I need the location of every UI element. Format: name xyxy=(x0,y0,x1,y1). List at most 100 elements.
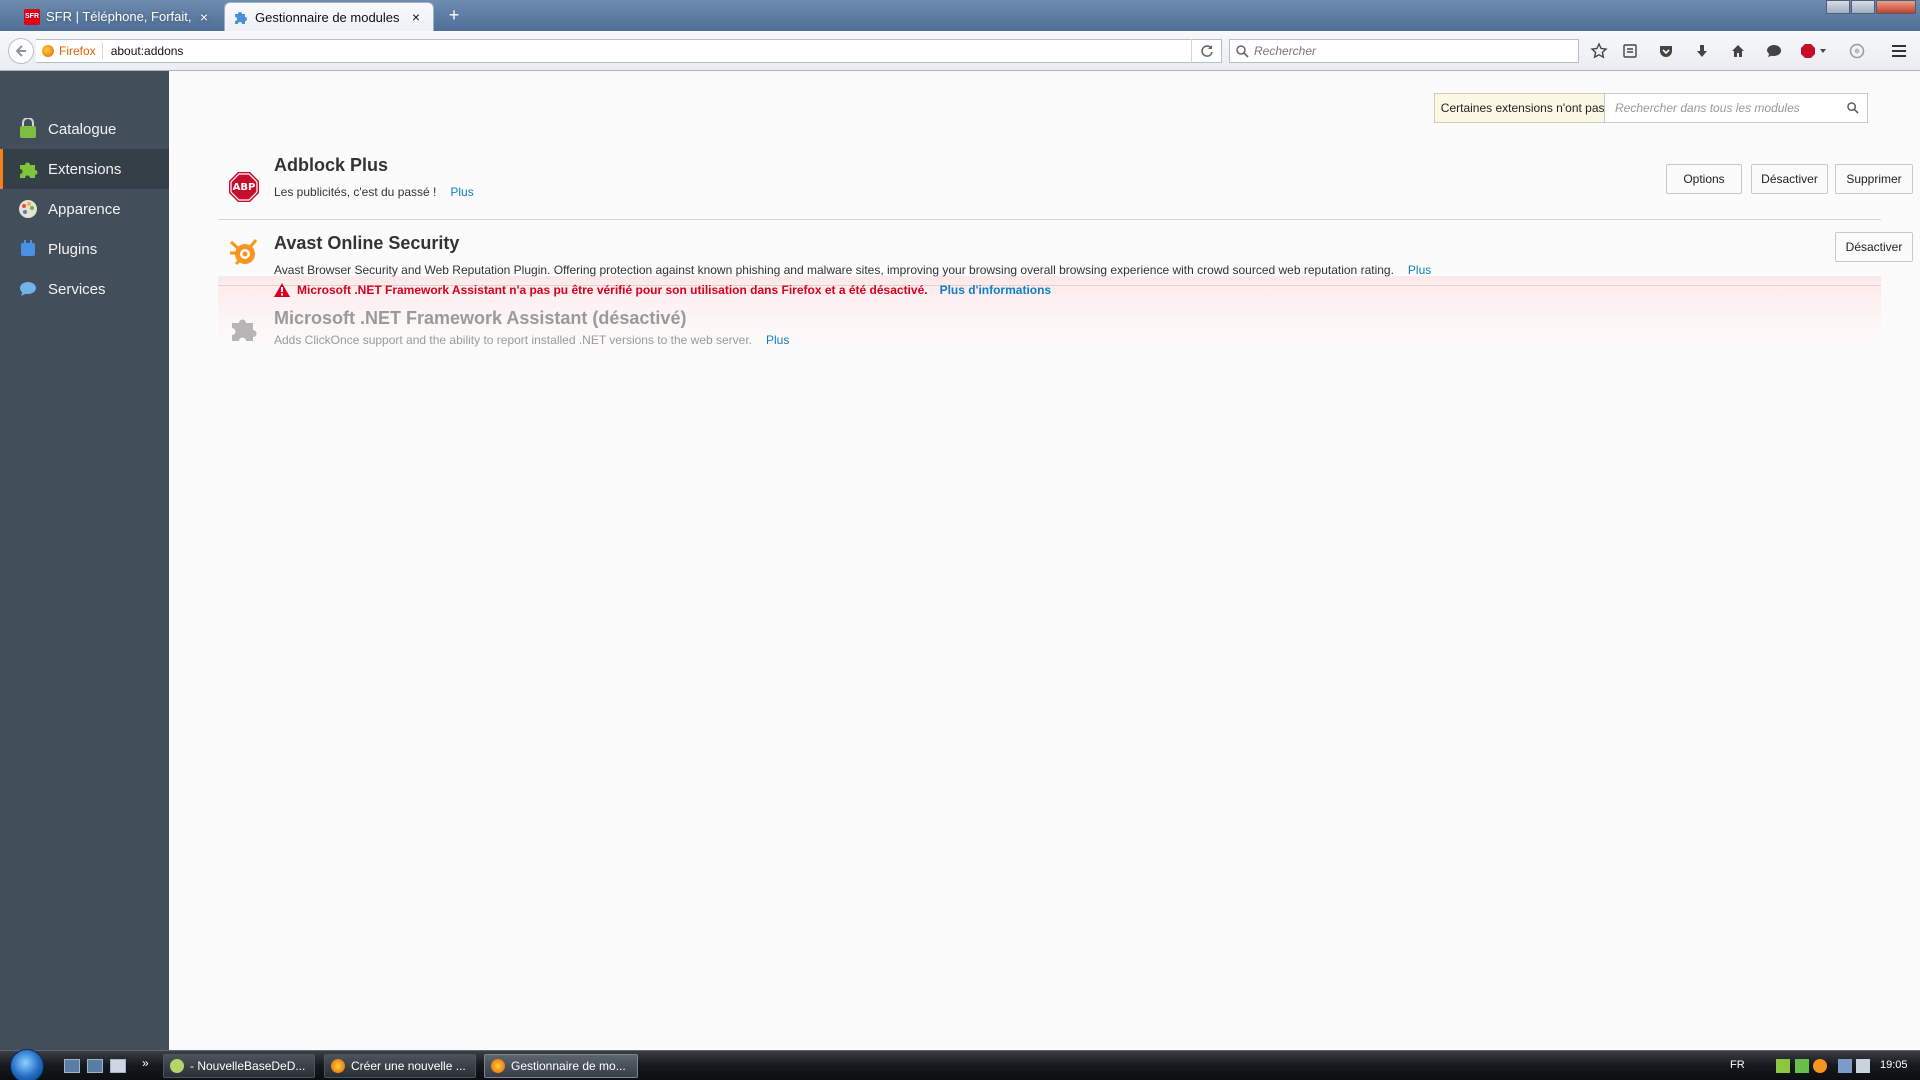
more-link[interactable]: Plus xyxy=(1408,263,1431,277)
remove-button[interactable]: Supprimer xyxy=(1835,164,1913,194)
addon-name: Avast Online Security xyxy=(274,233,459,254)
minimize-button[interactable] xyxy=(1826,0,1850,14)
addons-list-view: Certaines extensions n'ont pas pu être v… xyxy=(169,71,1920,1050)
sfr-favicon: SFR xyxy=(24,8,40,25)
search-icon xyxy=(1230,44,1254,58)
addon-description: Les publicités, c'est du passé ! Plus xyxy=(274,185,474,199)
category-apparence[interactable]: Apparence xyxy=(0,189,169,229)
search-modules-input[interactable]: Rechercher dans tous les modules xyxy=(1604,93,1868,123)
addon-description: Avast Browser Security and Web Reputatio… xyxy=(274,263,1431,277)
downloads-icon[interactable] xyxy=(1691,40,1713,62)
category-plugins[interactable]: Plugins xyxy=(0,229,169,269)
pocket-icon[interactable] xyxy=(1655,40,1677,62)
categories-sidebar: Catalogue Extensions Apparence Plugins S… xyxy=(0,71,169,1050)
addon-name: Microsoft .NET Framework Assistant (désa… xyxy=(274,308,687,328)
tab-addons-manager[interactable]: Gestionnaire de modules c... × xyxy=(224,2,434,31)
tab-strip: SFR SFR | Téléphone, Forfait, Of... × Ge… xyxy=(0,0,1920,31)
puzzle-icon xyxy=(233,9,249,25)
tray-app-icon[interactable] xyxy=(1776,1059,1790,1073)
sfr-logo: SFR xyxy=(24,8,40,25)
adblock-icon-label: ABP xyxy=(232,181,256,193)
close-tab-icon[interactable]: × xyxy=(197,9,211,25)
more-link[interactable]: Plus xyxy=(766,333,789,347)
warning-text: Microsoft .NET Framework Assistant n'a p… xyxy=(297,283,928,297)
disable-button[interactable]: Désactiver xyxy=(1835,232,1913,262)
search-icon[interactable] xyxy=(1839,102,1867,114)
quicklaunch-more-icon[interactable]: » xyxy=(142,1056,149,1070)
quicklaunch-explorer-icon[interactable] xyxy=(87,1059,103,1073)
warning-icon xyxy=(273,282,291,298)
close-window-button[interactable] xyxy=(1876,0,1916,14)
addon-description-text: Adds ClickOnce support and the ability t… xyxy=(274,333,753,347)
tray-network-icon[interactable] xyxy=(1838,1059,1852,1073)
palette-icon xyxy=(16,197,40,221)
category-extensions[interactable]: Extensions xyxy=(0,149,169,189)
adblock-toolbar-icon[interactable] xyxy=(1799,40,1829,62)
addon-description-text: Les publicités, c'est du passé ! xyxy=(274,185,437,199)
language-indicator[interactable]: FR xyxy=(1730,1059,1745,1071)
bookmarks-menu-icon[interactable] xyxy=(1619,40,1641,62)
reload-button[interactable] xyxy=(1191,39,1221,63)
taskbar-item-access[interactable]: - NouvelleBaseDeD... xyxy=(163,1054,315,1078)
tab-title: SFR | Téléphone, Forfait, Of... xyxy=(46,9,191,24)
tray-avast-icon[interactable] xyxy=(1813,1059,1827,1073)
home-icon[interactable] xyxy=(1727,40,1749,62)
taskbar-item-label: Créer une nouvelle ... xyxy=(351,1059,466,1073)
avast-icon xyxy=(228,237,260,269)
firefox-icon xyxy=(331,1059,345,1073)
taskbar-item-firefox-2[interactable]: Gestionnaire de mo... xyxy=(484,1054,638,1078)
navigation-bar: Firefox about:addons Rechercher xyxy=(0,31,1920,71)
url-bar[interactable]: Firefox about:addons xyxy=(36,39,1222,63)
addon-item-adblock-plus[interactable]: ABP Adblock Plus Les publicités, c'est d… xyxy=(218,155,1913,220)
category-label: Plugins xyxy=(48,240,98,258)
category-label: Catalogue xyxy=(48,120,117,138)
reload-icon xyxy=(1200,45,1213,57)
firefox-icon xyxy=(491,1059,505,1073)
more-link[interactable]: Plus xyxy=(450,185,473,199)
quicklaunch-document-icon[interactable] xyxy=(110,1059,126,1073)
category-label: Apparence xyxy=(48,200,121,218)
category-services[interactable]: Services xyxy=(0,269,169,309)
search-placeholder: Rechercher xyxy=(1254,44,1317,58)
bookmark-star-icon[interactable] xyxy=(1588,40,1610,62)
search-modules-placeholder: Rechercher dans tous les modules xyxy=(1615,101,1800,115)
start-button[interactable] xyxy=(10,1049,44,1080)
identity-box[interactable]: Firefox xyxy=(36,43,103,59)
category-label: Services xyxy=(48,280,106,298)
tray-security-icon[interactable] xyxy=(1795,1059,1809,1073)
addon-item-net-framework-assistant[interactable]: Microsoft .NET Framework Assistant n'a p… xyxy=(218,276,1881,362)
services-icon xyxy=(16,277,40,301)
tab-sfr[interactable]: SFR SFR | Téléphone, Forfait, Of... × xyxy=(16,2,221,31)
menu-hamburger-icon[interactable] xyxy=(1888,40,1910,62)
new-tab-button[interactable]: + xyxy=(443,5,465,27)
avast-toolbar-icon[interactable] xyxy=(1846,40,1868,62)
taskbar-item-label: - NouvelleBaseDeD... xyxy=(190,1059,306,1073)
firefox-icon xyxy=(42,45,54,57)
disable-button[interactable]: Désactiver xyxy=(1751,164,1828,194)
taskbar-item-label: Gestionnaire de mo... xyxy=(511,1059,626,1073)
options-button[interactable]: Options xyxy=(1666,164,1742,194)
maximize-button[interactable] xyxy=(1851,0,1875,14)
adblock-plus-icon: ABP xyxy=(228,171,260,203)
more-information-link[interactable]: Plus d'informations xyxy=(940,283,1052,297)
taskbar-item-firefox-1[interactable]: Créer une nouvelle ... xyxy=(324,1054,476,1078)
tab-title: Gestionnaire de modules c... xyxy=(255,9,403,25)
plugin-icon xyxy=(16,237,40,261)
close-tab-icon[interactable]: × xyxy=(409,9,423,25)
url-text[interactable]: about:addons xyxy=(111,44,1191,58)
search-bar[interactable]: Rechercher xyxy=(1229,39,1579,63)
show-desktop-icon[interactable] xyxy=(64,1059,80,1073)
addon-description-text: Avast Browser Security and Web Reputatio… xyxy=(274,263,1394,277)
addon-name: Adblock Plus xyxy=(274,155,388,176)
category-catalogue[interactable]: Catalogue xyxy=(0,109,169,149)
tray-volume-icon[interactable] xyxy=(1856,1059,1870,1073)
addon-description: Adds ClickOnce support and the ability t… xyxy=(274,333,789,347)
hello-chat-icon[interactable] xyxy=(1763,40,1785,62)
identity-label: Firefox xyxy=(59,44,96,58)
addon-name-text: Avast Online Security xyxy=(274,233,460,253)
back-button[interactable] xyxy=(8,38,34,64)
puzzle-icon xyxy=(16,157,40,181)
catalogue-icon xyxy=(16,117,40,141)
clock[interactable]: 19:05 xyxy=(1880,1059,1908,1071)
back-arrow-icon xyxy=(15,45,26,57)
